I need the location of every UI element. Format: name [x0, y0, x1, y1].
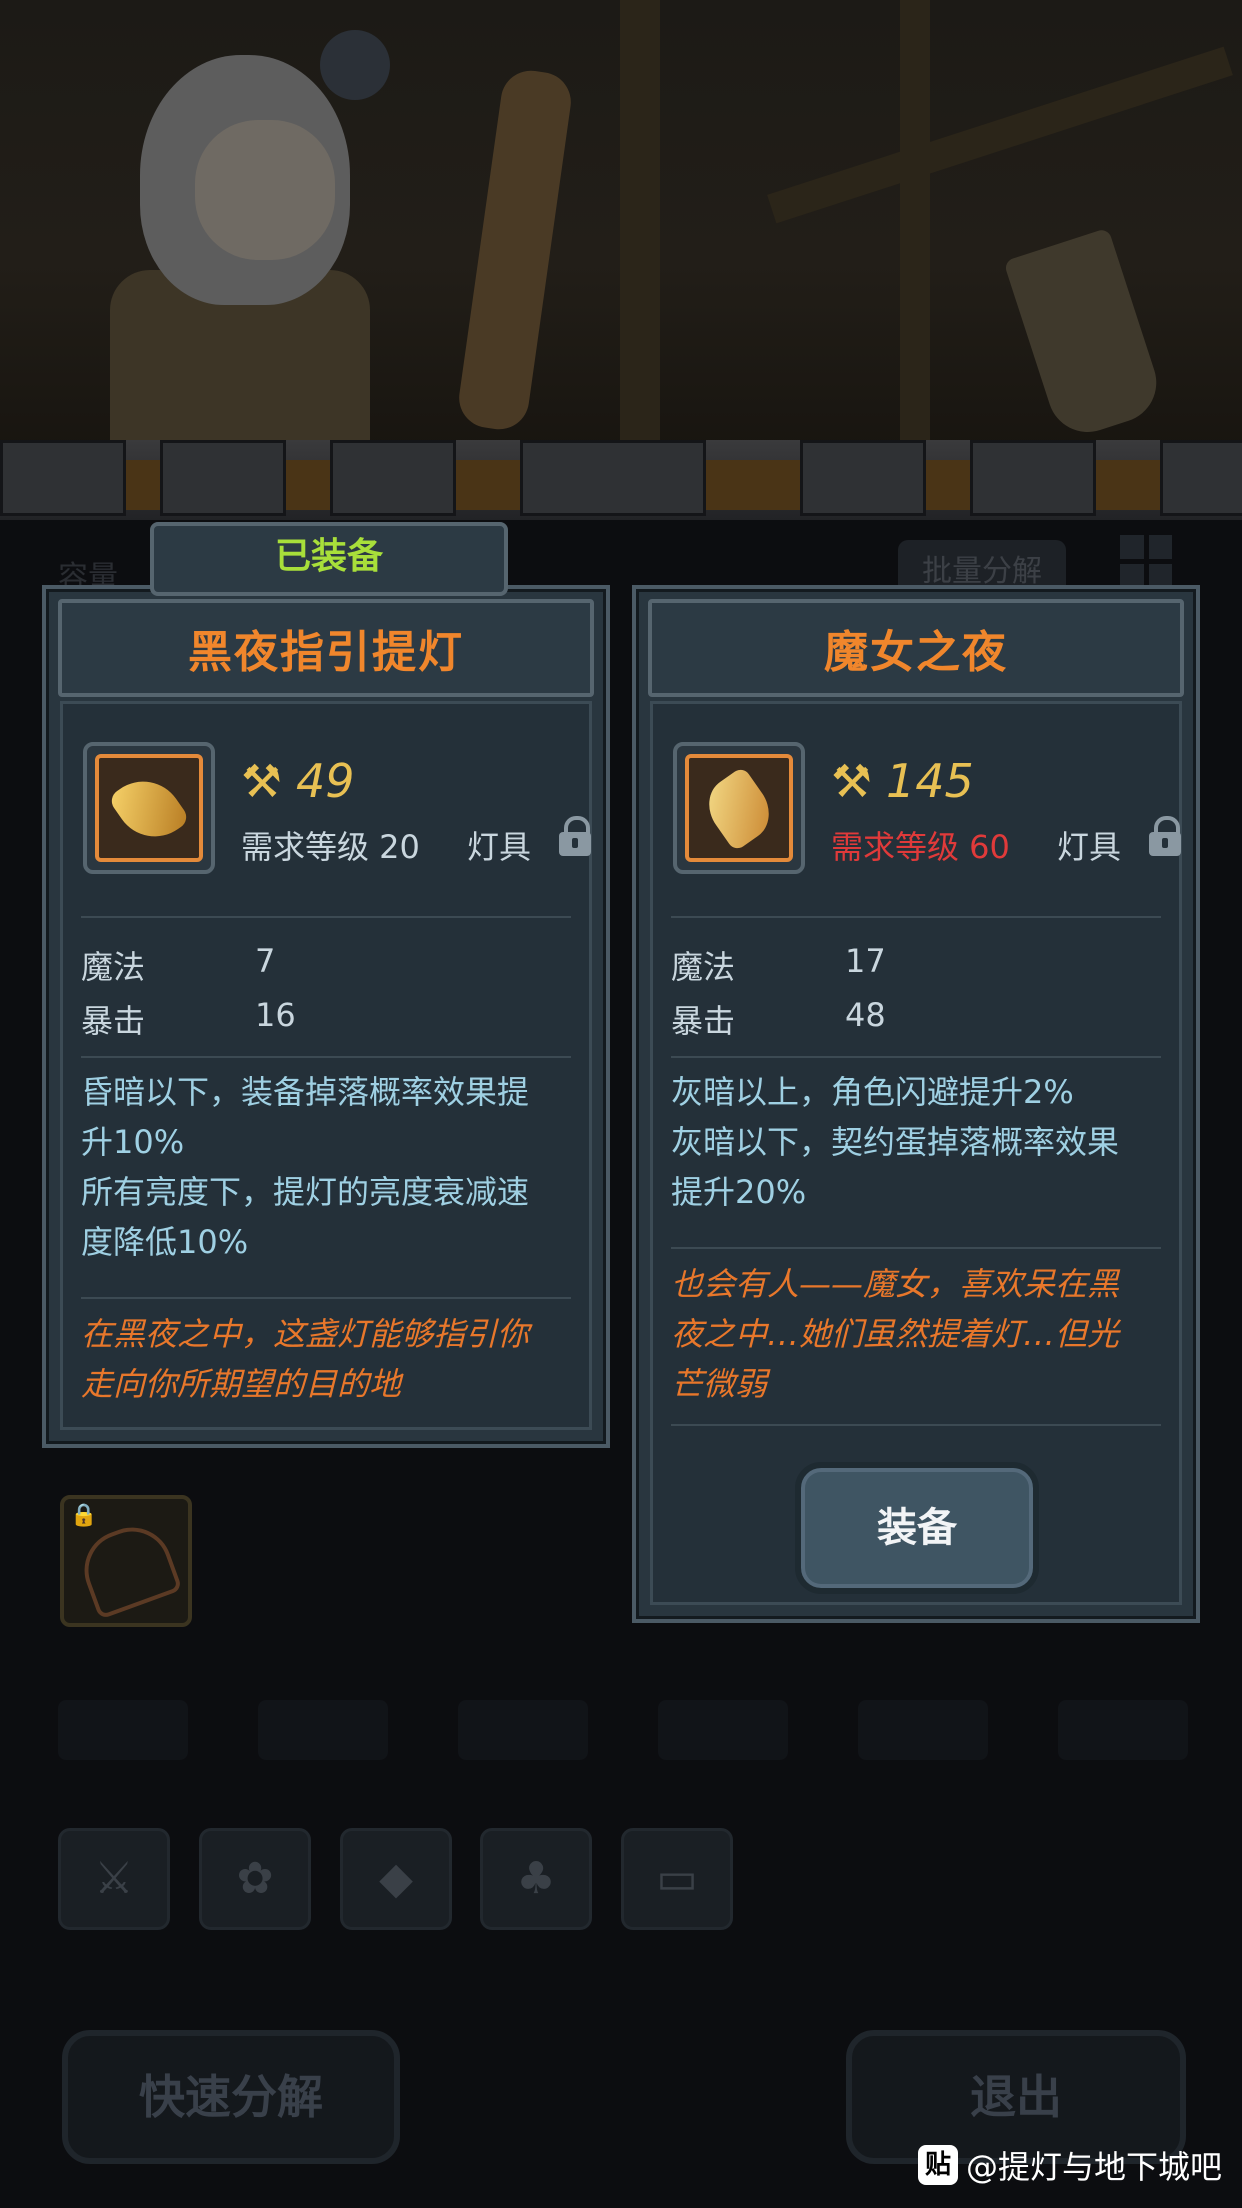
card-body: ⚒ 49 需求等级 20 灯具 魔法 7 暴击 16 昏暗以下，装备掉落概率效果…: [60, 701, 592, 1430]
item-description: 灰暗以上，角色闪避提升2% 灰暗以下，契约蛋掉落概率效果 提升20%: [671, 1073, 1120, 1211]
power-value: 145: [885, 754, 974, 808]
stat-name: 暴击: [671, 1002, 736, 1040]
power-rating: ⚒ 145: [831, 754, 974, 808]
power-icon: ⚒: [241, 754, 282, 808]
inventory-slot-locked[interactable]: 🔒: [60, 1495, 192, 1627]
equip-button[interactable]: 装备: [795, 1462, 1039, 1594]
item-icon-frame: [673, 742, 805, 874]
globe-decoration: [320, 30, 390, 100]
leaf-icon[interactable]: ♣: [480, 1828, 592, 1930]
grid-view-icon[interactable]: [1120, 535, 1172, 587]
stat-value: 7: [255, 942, 276, 980]
item-icon-frame: [83, 742, 215, 874]
lantern-gauntlet-icon: [107, 765, 191, 853]
stat-value: 17: [845, 942, 886, 980]
item-name: 黑夜指引提灯: [188, 627, 464, 678]
chest-icon[interactable]: ▭: [621, 1828, 733, 1930]
equipped-item-card: 黑夜指引提灯 ⚒ 49 需求等级 20 灯具 魔法 7 暴击 16 昏暗以下，装…: [42, 585, 610, 1448]
broom-decoration: [1003, 227, 1167, 443]
stat-value: 16: [255, 996, 296, 1034]
witch-lantern-icon: [697, 765, 781, 853]
background-scene: [0, 0, 1242, 470]
item-flavor-text: 也会有人——魔女，喜欢呆在黑 夜之中…她们虽然提着灯…但光 芒微弱: [671, 1265, 1120, 1403]
level-requirement: 需求等级 20: [241, 828, 420, 866]
item-type: 灯具: [1057, 828, 1122, 866]
stat-name: 魔法: [671, 948, 736, 986]
paw-logo-icon: 贴: [917, 2145, 958, 2185]
power-rating: ⚒ 49: [241, 754, 354, 808]
stone-wall: [0, 440, 1242, 520]
quick-decompose-button[interactable]: 快速分解: [62, 2030, 400, 2164]
lock-icon[interactable]: [559, 816, 591, 856]
paw-icon[interactable]: ✿: [199, 1828, 311, 1930]
item-type: 灯具: [467, 828, 532, 866]
equipped-tag: 已装备: [150, 522, 508, 596]
power-icon: ⚒: [831, 754, 872, 808]
level-requirement: 需求等级 60: [831, 828, 1010, 866]
necklace-icon: [73, 1516, 183, 1620]
lock-icon[interactable]: [1149, 816, 1181, 856]
stat-name: 暴击: [81, 1002, 146, 1040]
stat-name: 魔法: [81, 948, 146, 986]
card-header: 魔女之夜: [648, 599, 1184, 697]
gem-icon[interactable]: ◆: [340, 1828, 452, 1930]
lock-icon: 🔒: [70, 1503, 98, 1528]
power-value: 49: [295, 754, 355, 808]
item-name: 魔女之夜: [824, 627, 1008, 678]
card-header: 黑夜指引提灯: [58, 599, 594, 697]
item-description: 昏暗以下，装备掉落概率效果提 升10% 所有亮度下，提灯的亮度衰减速 度降低10…: [81, 1073, 530, 1261]
item-flavor-text: 在黑夜之中，这盏灯能够指引你 走向你所期望的目的地: [81, 1315, 530, 1403]
stat-value: 48: [845, 996, 886, 1034]
watermark: 贴 @提灯与地下城吧: [917, 2142, 1222, 2188]
weapon-icon[interactable]: ⚔: [58, 1828, 170, 1930]
